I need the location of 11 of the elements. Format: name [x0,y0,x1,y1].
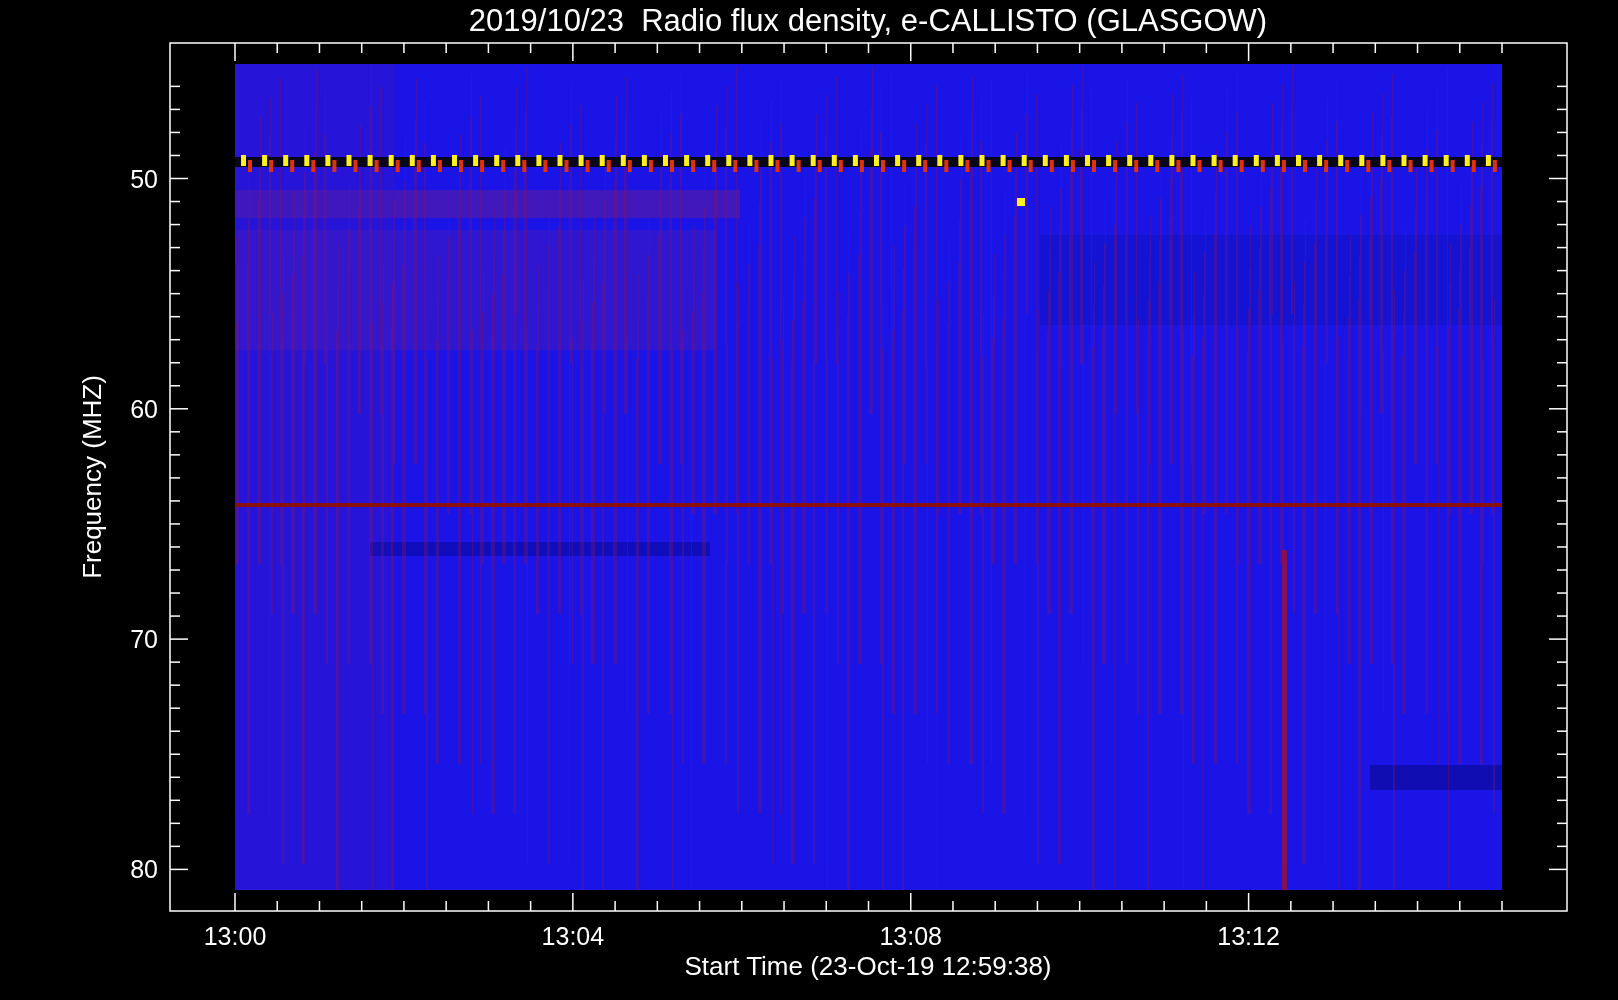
plot-title: 2019/10/23 Radio flux density, e-CALLISTO (GLASGOW) [468,3,1268,38]
y-tick-label: 80 [130,855,158,884]
x-tick-label: 13:00 [203,922,267,950]
y-tick-label: 70 [130,625,158,654]
x-tick-label: 13:12 [1217,922,1280,950]
y-tick-label: 50 [130,164,158,193]
y-axis-label: Frequency (MHZ) [77,375,107,579]
x-tick-label: 13:08 [879,922,942,950]
x-axis-label: Start Time (23-Oct-19 12:59:38) [684,951,1052,981]
x-tick-label: 13:04 [541,922,605,950]
y-tick-label: 60 [130,394,158,423]
